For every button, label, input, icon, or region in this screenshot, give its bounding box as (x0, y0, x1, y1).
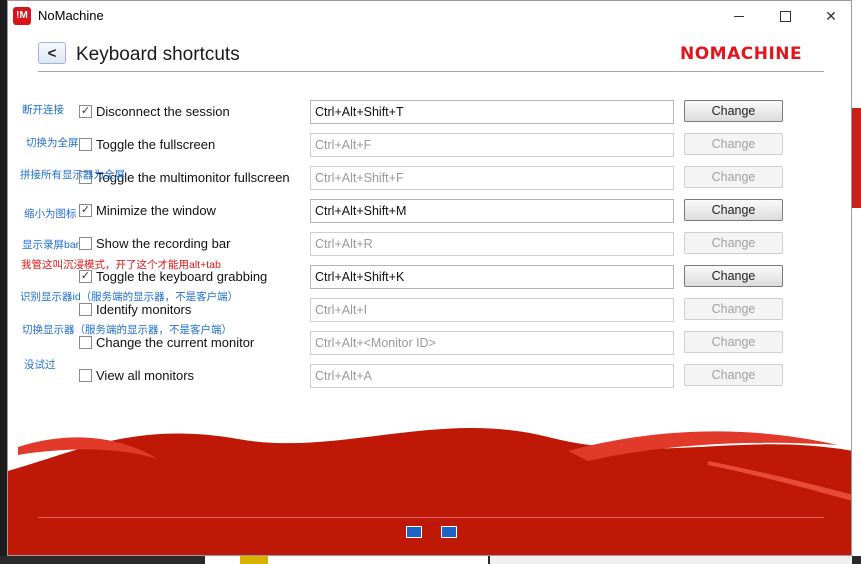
shortcut-checkbox[interactable]: ✓ (79, 204, 92, 217)
fullscreen-button[interactable] (406, 526, 422, 538)
chevron-left-icon: < (47, 44, 57, 62)
title-bar: !M NoMachine ✕ (8, 1, 851, 31)
shortcut-row: ✓ Disconnect the session Ctrl+Alt+Shift+T C… (8, 100, 851, 124)
header-divider (38, 71, 824, 72)
shortcut-checkbox[interactable] (79, 336, 92, 349)
annotation-note: 拼接所有显示器为全屏 (20, 169, 125, 181)
annotation-note: 切换为全屏 (26, 137, 79, 149)
change-button[interactable]: Change (684, 265, 783, 287)
change-button[interactable]: Change (684, 166, 783, 188)
shortcut-checkbox[interactable] (79, 369, 92, 382)
shortcut-field[interactable]: Ctrl+Alt+F (310, 133, 674, 157)
minimize-icon (734, 15, 744, 17)
shortcut-field[interactable]: Ctrl+Alt+Shift+K (310, 265, 674, 289)
annotation-note: 没试过 (24, 359, 56, 371)
shortcut-label: Toggle the fullscreen (96, 137, 216, 152)
close-button[interactable]: ✕ (808, 1, 851, 31)
shortcut-label: Toggle the multimonitor fullscreen (96, 170, 290, 185)
footer-divider (38, 517, 824, 518)
page-title: Keyboard shortcuts (76, 44, 240, 65)
shortcut-row: ✓ Minimize the window Ctrl+Alt+Shift+M Chan… (8, 199, 851, 223)
nomachine-logo-icon: !M (13, 7, 31, 25)
close-icon: ✕ (825, 7, 837, 24)
maximize-icon (779, 10, 791, 22)
change-button[interactable]: Change (684, 331, 783, 353)
shortcut-field[interactable]: Ctrl+Alt+R (310, 232, 674, 256)
change-button[interactable]: Change (684, 133, 783, 155)
change-button[interactable]: Change (684, 232, 783, 254)
nomachine-window: !M NoMachine ✕ < Keyboard shortcuts NOMA… (7, 0, 852, 556)
shortcut-row: Show the recording bar Ctrl+Alt+R Change (8, 232, 851, 256)
shortcut-label: Show the recording bar (96, 236, 231, 251)
change-button[interactable]: Change (684, 199, 783, 221)
windowed-button[interactable] (441, 526, 457, 538)
change-button[interactable]: Change (684, 364, 783, 386)
footer-wave (8, 428, 851, 555)
annotation-note: 切换显示器（服务端的显示器，不是客户端） (22, 324, 232, 336)
annotation-note: 识别显示器id（服务端的显示器，不是客户端） (20, 291, 239, 303)
back-button[interactable]: < (38, 42, 66, 64)
change-button[interactable]: Change (684, 298, 783, 320)
shortcut-field[interactable]: Ctrl+Alt+Shift+T (310, 100, 674, 124)
shortcut-field[interactable]: Ctrl+Alt+I (310, 298, 674, 322)
annotation-note: 显示录屏bar (22, 239, 80, 251)
annotation-note: 我管这叫沉浸模式，开了这个才能用alt+tab (21, 259, 221, 271)
brand-logo: NOMACHINE (680, 44, 803, 64)
shortcut-checkbox[interactable]: ✓ (79, 105, 92, 118)
shortcut-field[interactable]: Ctrl+Alt+A (310, 364, 674, 388)
taskbar-background (0, 556, 861, 564)
change-button[interactable]: Change (684, 100, 783, 122)
annotation-note: 缩小为图标 (24, 208, 77, 220)
shortcut-checkbox[interactable] (79, 237, 92, 250)
shortcut-field[interactable]: Ctrl+Alt+<Monitor ID> (310, 331, 674, 355)
shortcut-field[interactable]: Ctrl+Alt+Shift+F (310, 166, 674, 190)
shortcut-label: Identify monitors (96, 302, 192, 317)
window-title: NoMachine (38, 8, 104, 23)
shortcut-row: Toggle the fullscreen Ctrl+Alt+F Change (8, 133, 851, 157)
shortcut-label: Minimize the window (96, 203, 216, 218)
shortcut-checkbox[interactable] (79, 138, 92, 151)
maximize-button[interactable] (762, 1, 808, 31)
annotation-note: 断开连接 (22, 104, 64, 116)
minimize-button[interactable] (716, 1, 762, 31)
shortcut-checkbox[interactable] (79, 303, 92, 316)
shortcut-label: Disconnect the session (96, 104, 230, 119)
shortcut-field[interactable]: Ctrl+Alt+Shift+M (310, 199, 674, 223)
shortcut-row: View all monitors Ctrl+Alt+A Change (8, 364, 851, 388)
shortcut-label: View all monitors (96, 368, 195, 383)
shortcut-label: Change the current monitor (96, 335, 255, 350)
desktop-background-right (852, 0, 861, 564)
shortcut-row: Toggle the multimonitor fullscreen Ctrl+A… (8, 166, 851, 190)
